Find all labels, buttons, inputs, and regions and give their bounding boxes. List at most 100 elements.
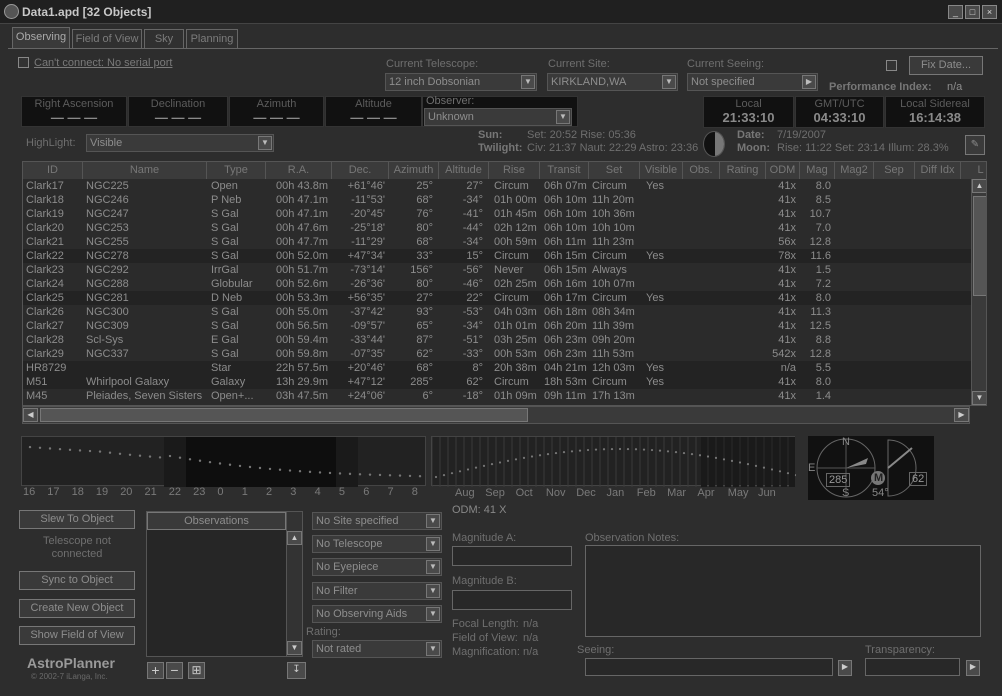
- yearly-graph[interactable]: [431, 436, 796, 487]
- performance-index-label: Performance Index:: [829, 81, 932, 93]
- scroll-right-icon[interactable]: ▶: [954, 408, 969, 422]
- column-header[interactable]: Obs.: [683, 162, 720, 179]
- chevron-right-icon: ▶: [802, 75, 816, 89]
- table-row[interactable]: M45 Pleiades, Seven Sisters Open+... 03h 47…: [23, 389, 971, 403]
- pin-icon[interactable]: ✎: [965, 135, 985, 155]
- column-header[interactable]: Altitude: [439, 162, 489, 179]
- column-header[interactable]: Sep: [874, 162, 915, 179]
- table-row[interactable]: M51 Whirlpool Galaxy Galaxy 13h 29.9m +47°12…: [23, 375, 971, 389]
- chevron-down-icon: ▼: [556, 110, 570, 124]
- seeing-select[interactable]: Not specified ▶: [687, 73, 818, 91]
- column-header[interactable]: Visible: [640, 162, 683, 179]
- month-label: Apr: [697, 487, 715, 499]
- slew-button[interactable]: Slew To Object: [19, 510, 135, 529]
- sync-button[interactable]: Sync to Object: [19, 571, 135, 590]
- column-header[interactable]: Dec.: [332, 162, 389, 179]
- column-header[interactable]: Rise: [489, 162, 540, 179]
- table-row[interactable]: Clark29 NGC337 S Gal 00h 59.8m -07°35' 62° -33…: [23, 347, 971, 361]
- column-header[interactable]: L Rating: [961, 162, 986, 179]
- vertical-scrollbar[interactable]: ▲ ▼: [971, 179, 986, 405]
- obs-site-select[interactable]: No Site specified ▼: [312, 512, 442, 530]
- rating-select[interactable]: Not rated ▼: [312, 640, 442, 658]
- close-icon[interactable]: ×: [982, 5, 997, 19]
- table-cell: 06h 15m: [544, 264, 587, 276]
- column-header[interactable]: Mag2: [835, 162, 874, 179]
- column-header[interactable]: Set: [589, 162, 640, 179]
- column-header[interactable]: Rating: [720, 162, 766, 179]
- fix-date-checkbox[interactable]: [886, 60, 897, 71]
- highlight-select[interactable]: Visible ▼: [86, 134, 274, 152]
- table-row[interactable]: Clark20 NGC253 S Gal 00h 47.6m -25°18' 80° -44…: [23, 221, 971, 235]
- observations-scrollbar[interactable]: ▲ ▼: [286, 512, 302, 656]
- column-header[interactable]: Azimuth: [389, 162, 439, 179]
- highlight-value: Visible: [90, 137, 123, 149]
- notes-textarea[interactable]: [585, 545, 981, 637]
- table-row[interactable]: Clark21 NGC255 S Gal 00h 47.7m -11°29' 68° -34…: [23, 235, 971, 249]
- table-row[interactable]: Clark18 NGC246 P Neb 00h 47.1m -11°53' 68° -34…: [23, 193, 971, 207]
- chevron-right-icon[interactable]: ▶: [966, 660, 980, 676]
- show-fov-button[interactable]: Show Field of View: [19, 626, 135, 645]
- table-row[interactable]: Clark24 NGC288 Globular 00h 52.6m -26°36' 80°…: [23, 277, 971, 291]
- table-row[interactable]: Clark19 NGC247 S Gal 00h 47.1m -20°45' 76° -41…: [23, 207, 971, 221]
- table-row[interactable]: Clark22 NGC278 S Gal 00h 52.0m +47°34' 33° 15°…: [23, 249, 971, 263]
- scroll-thumb[interactable]: [973, 196, 986, 296]
- scroll-up-icon[interactable]: ▲: [972, 179, 986, 193]
- plus-multi-icon[interactable]: ⊞: [188, 662, 205, 679]
- site-select[interactable]: KIRKLAND,WA ▼: [547, 73, 678, 91]
- maximize-icon[interactable]: □: [965, 5, 980, 19]
- table-cell: 00h 53.3m: [276, 292, 328, 304]
- tab-observing[interactable]: Observing: [12, 27, 70, 48]
- obs-telescope-select[interactable]: No Telescope ▼: [312, 535, 442, 553]
- obs-aids-select[interactable]: No Observing Aids ▼: [312, 605, 442, 623]
- observer-select[interactable]: Unknown ▼: [424, 108, 572, 126]
- observations-header[interactable]: Observations: [147, 512, 286, 530]
- table-row[interactable]: HR8729 Star 22h 57.5m +20°46' 68° 8° 20h 38m 04…: [23, 361, 971, 375]
- connect-checkbox[interactable]: [18, 57, 29, 68]
- scroll-up-icon[interactable]: ▲: [287, 531, 302, 545]
- column-header[interactable]: ID: [23, 162, 83, 179]
- telescope-select[interactable]: 12 inch Dobsonian ▼: [385, 73, 537, 91]
- magnitude-a-input[interactable]: [452, 546, 572, 566]
- compass-panel: N S E 285 M 54° 62: [808, 436, 934, 500]
- tab-sky[interactable]: Sky: [144, 29, 184, 48]
- table-row[interactable]: Clark27 NGC309 S Gal 00h 56.5m -09°57' 65° -34…: [23, 319, 971, 333]
- horizontal-scrollbar[interactable]: ◀ ▶: [22, 406, 970, 424]
- tab-field-of-view[interactable]: Field of View: [72, 29, 142, 48]
- minus-icon[interactable]: −: [166, 662, 183, 679]
- scroll-left-icon[interactable]: ◀: [23, 408, 38, 422]
- chevron-right-icon[interactable]: ▶: [838, 660, 852, 676]
- tab-planning[interactable]: Planning: [186, 29, 238, 48]
- column-header[interactable]: Name: [83, 162, 207, 179]
- connect-status[interactable]: Can't connect: No serial port: [34, 57, 172, 69]
- column-header[interactable]: Diff Idx: [915, 162, 961, 179]
- column-header[interactable]: Type: [207, 162, 266, 179]
- table-row[interactable]: Clark25 NGC281 D Neb 00h 53.3m +56°35' 27° 22°…: [23, 291, 971, 305]
- create-object-button[interactable]: Create New Object: [19, 599, 135, 618]
- column-header[interactable]: Transit: [540, 162, 589, 179]
- seeing-field[interactable]: [585, 658, 833, 676]
- obs-filter-select[interactable]: No Filter ▼: [312, 582, 442, 600]
- table-row[interactable]: Clark23 NGC292 IrrGal 00h 51.7m -73°14' 156° -…: [23, 263, 971, 277]
- minimize-icon[interactable]: _: [948, 5, 963, 19]
- transparency-field[interactable]: [865, 658, 960, 676]
- table-row[interactable]: Clark26 NGC300 S Gal 00h 55.0m -37°42' 93° -53…: [23, 305, 971, 319]
- altitude-graph[interactable]: [21, 436, 426, 487]
- date-value: 7/19/2007: [777, 129, 826, 141]
- fix-date-button[interactable]: Fix Date...: [909, 56, 983, 75]
- table-row[interactable]: Clark17 NGC225 Open 00h 43.8m +61°46' 25° 27° C…: [23, 179, 971, 193]
- magnitude-b-input[interactable]: [452, 590, 572, 610]
- observations-list[interactable]: Observations ▲ ▼: [146, 511, 303, 657]
- obs-eyepiece-select[interactable]: No Eyepiece ▼: [312, 558, 442, 576]
- table-cell: 41x: [778, 194, 796, 206]
- import-icon[interactable]: ↧: [287, 662, 306, 679]
- table-cell: NGC225: [86, 180, 129, 192]
- scroll-down-icon[interactable]: ▼: [972, 391, 986, 405]
- scroll-down-icon[interactable]: ▼: [287, 641, 302, 655]
- plus-icon[interactable]: +: [147, 662, 164, 679]
- column-header[interactable]: ODM: [766, 162, 800, 179]
- azimuth-label: Azimuth: [256, 98, 297, 110]
- hscroll-thumb[interactable]: [40, 408, 528, 422]
- column-header[interactable]: Mag: [800, 162, 835, 179]
- table-row[interactable]: Clark28 Scl-Sys E Gal 00h 59.4m -33°44' 87° -5…: [23, 333, 971, 347]
- column-header[interactable]: R.A.: [266, 162, 332, 179]
